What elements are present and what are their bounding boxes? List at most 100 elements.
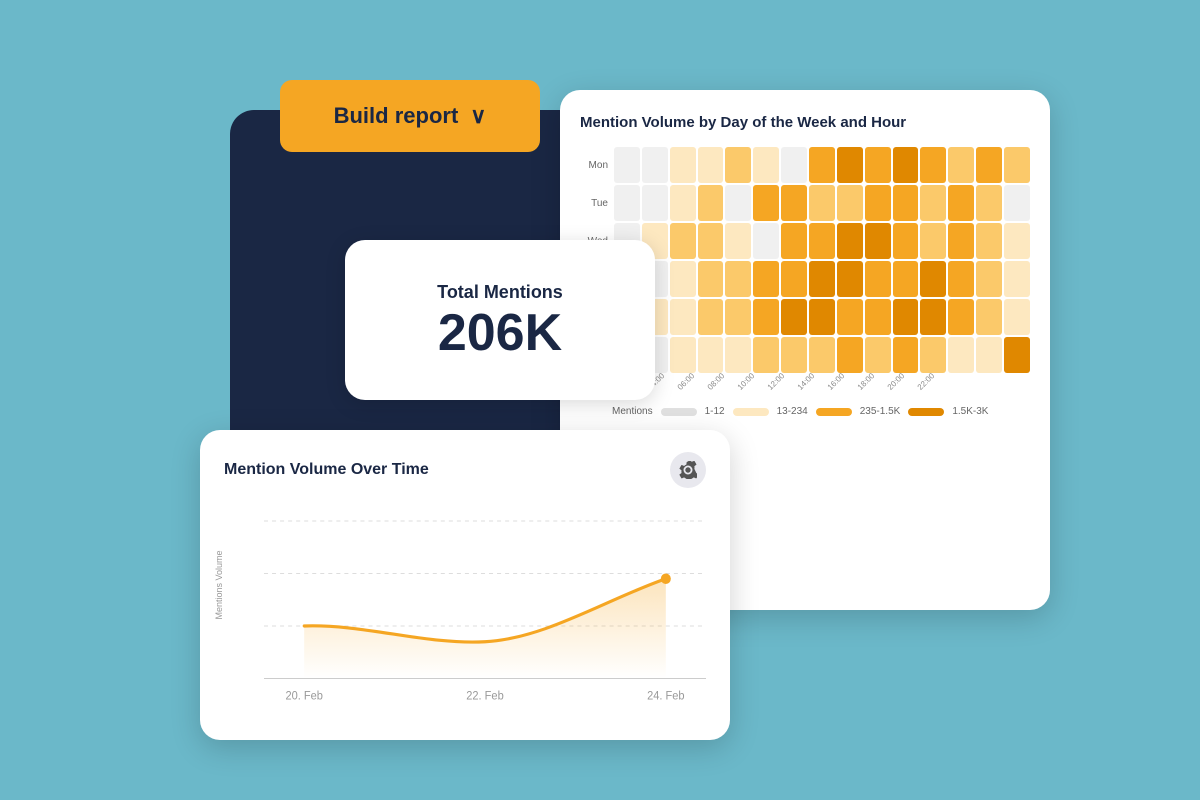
legend-bar-1 bbox=[661, 408, 697, 416]
heatmap-cell bbox=[976, 223, 1002, 259]
heatmap-cell bbox=[920, 147, 946, 183]
heatmap-cell bbox=[753, 185, 779, 221]
gear-icon bbox=[679, 461, 697, 479]
heatmap-cell bbox=[642, 147, 668, 183]
line-chart-svg: 15K 10K 5K bbox=[264, 500, 706, 710]
heatmap-cell bbox=[725, 261, 751, 297]
heatmap-cell bbox=[948, 261, 974, 297]
heatmap-cell bbox=[670, 223, 696, 259]
heatmap-cell bbox=[809, 147, 835, 183]
heatmap-cell bbox=[1004, 223, 1030, 259]
heatmap-cell bbox=[920, 223, 946, 259]
heatmap-title: Mention Volume by Day of the Week and Ho… bbox=[580, 114, 1030, 131]
heatmap-cell bbox=[976, 147, 1002, 183]
heatmap-cell bbox=[642, 185, 668, 221]
heatmap-cell bbox=[865, 337, 891, 373]
heatmap-cell bbox=[614, 147, 640, 183]
heatmap-cell bbox=[670, 147, 696, 183]
heatmap-cell bbox=[614, 185, 640, 221]
heatmap-cell bbox=[948, 147, 974, 183]
heatmap-legend: Mentions 1-12 13-234 235-1.5K 1.5K-3K bbox=[612, 406, 1030, 417]
legend-range-2: 13-234 bbox=[777, 406, 808, 417]
heatmap-cell bbox=[670, 261, 696, 297]
svg-text:22. Feb: 22. Feb bbox=[466, 690, 503, 702]
heatmap-row-mon: Mon bbox=[580, 147, 1030, 183]
heatmap-cell bbox=[865, 223, 891, 259]
heatmap-cell bbox=[1004, 299, 1030, 335]
legend-bar-3 bbox=[816, 408, 852, 416]
svg-text:24. Feb: 24. Feb bbox=[647, 690, 684, 702]
heatmap-cell bbox=[893, 337, 919, 373]
heatmap-cell bbox=[698, 223, 724, 259]
heatmap-cell bbox=[837, 147, 863, 183]
heatmap-row-tue: Tue bbox=[580, 185, 1030, 221]
heatmap-cell bbox=[753, 337, 779, 373]
heatmap-cell bbox=[920, 261, 946, 297]
legend-bar-2 bbox=[733, 408, 769, 416]
heatmap-cell bbox=[698, 185, 724, 221]
total-mentions-label: Total Mentions bbox=[437, 282, 563, 303]
total-mentions-card: Total Mentions 206K bbox=[345, 240, 655, 400]
heatmap-cell bbox=[837, 223, 863, 259]
heatmap-cell bbox=[809, 223, 835, 259]
heatmap-cell bbox=[837, 337, 863, 373]
heatmap-cell bbox=[865, 147, 891, 183]
heatmap-cell bbox=[948, 337, 974, 373]
heatmap-cell bbox=[976, 299, 1002, 335]
heatmap-hours: 02:00 04:00 06:00 08:00 10:00 12:00 14:0… bbox=[612, 377, 1030, 386]
chevron-down-icon: ∨ bbox=[470, 103, 486, 129]
heatmap-cell bbox=[725, 147, 751, 183]
heatmap-cell bbox=[920, 337, 946, 373]
heatmap-cell bbox=[976, 261, 1002, 297]
heatmap-cell bbox=[698, 147, 724, 183]
heatmap-cell bbox=[725, 299, 751, 335]
heatmap-cell bbox=[753, 147, 779, 183]
line-chart-area: Mentions Volume 15K 10K 5K bbox=[224, 500, 706, 710]
heatmap-cell bbox=[1004, 185, 1030, 221]
heatmap-cell bbox=[1004, 147, 1030, 183]
heatmap-cell bbox=[725, 223, 751, 259]
build-report-button[interactable]: Build report ∨ bbox=[280, 80, 540, 152]
legend-bar-4 bbox=[908, 408, 944, 416]
heatmap-cell bbox=[698, 261, 724, 297]
heatmap-cell bbox=[781, 261, 807, 297]
heatmap-cell bbox=[893, 147, 919, 183]
heatmap-cell bbox=[976, 185, 1002, 221]
heatmap-cell bbox=[893, 299, 919, 335]
heatmap-cell bbox=[753, 299, 779, 335]
gear-button[interactable] bbox=[670, 452, 706, 488]
build-report-label: Build report bbox=[334, 103, 459, 129]
heatmap-cell bbox=[837, 185, 863, 221]
svg-text:20. Feb: 20. Feb bbox=[285, 690, 322, 702]
heatmap-cell bbox=[670, 299, 696, 335]
linechart-title: Mention Volume Over Time bbox=[224, 461, 429, 479]
heatmap-cell bbox=[698, 299, 724, 335]
heatmap-cell bbox=[670, 185, 696, 221]
heatmap-cell bbox=[837, 261, 863, 297]
heatmap-cell bbox=[753, 223, 779, 259]
heatmap-cell bbox=[1004, 337, 1030, 373]
heatmap-cell bbox=[893, 185, 919, 221]
heatmap-cell bbox=[948, 223, 974, 259]
legend-range-3: 235-1.5K bbox=[860, 406, 901, 417]
heatmap-cell bbox=[781, 223, 807, 259]
heatmap-cell bbox=[781, 185, 807, 221]
heatmap-cell bbox=[893, 261, 919, 297]
heatmap-cell bbox=[893, 223, 919, 259]
day-label-mon: Mon bbox=[580, 160, 608, 171]
heatmap-cell bbox=[725, 337, 751, 373]
heatmap-cell bbox=[920, 299, 946, 335]
heatmap-cell bbox=[920, 185, 946, 221]
heatmap-cell bbox=[809, 261, 835, 297]
heatmap-cell bbox=[837, 299, 863, 335]
heatmap-cell bbox=[781, 147, 807, 183]
heatmap-cell bbox=[865, 185, 891, 221]
heatmap-cell bbox=[948, 299, 974, 335]
heatmap-cell bbox=[809, 299, 835, 335]
legend-range-4: 1.5K-3K bbox=[952, 406, 988, 417]
heatmap-cell bbox=[865, 261, 891, 297]
heatmap-cell bbox=[725, 185, 751, 221]
heatmap-cell bbox=[698, 337, 724, 373]
heatmap-cell bbox=[976, 337, 1002, 373]
total-mentions-value: 206K bbox=[438, 307, 562, 359]
